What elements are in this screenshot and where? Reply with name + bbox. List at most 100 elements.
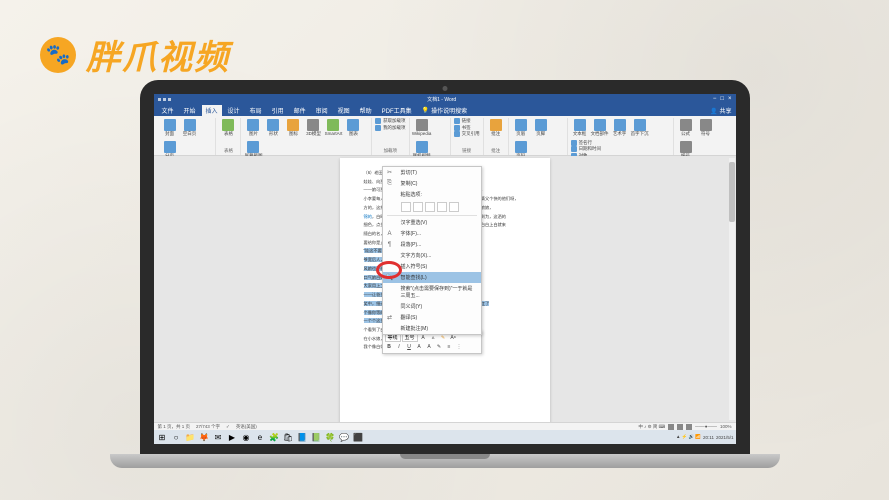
ribbon-btn-0-1[interactable]: 空白页: [181, 118, 199, 138]
menu-tab-3[interactable]: 设计: [224, 105, 244, 116]
mini-btn-3[interactable]: A: [415, 342, 424, 351]
taskbar-app-2[interactable]: 📁: [184, 431, 197, 443]
taskbar-app-5[interactable]: ▶: [226, 431, 239, 443]
ribbon-btn-2-3[interactable]: 3D模型: [304, 118, 322, 138]
ribbon-btn-8-2[interactable]: 艺术字: [611, 118, 629, 138]
view-web-icon[interactable]: [686, 424, 692, 430]
ribbon-btn-2-2[interactable]: 图标: [284, 118, 302, 138]
status-words[interactable]: 27/743 个字: [196, 424, 220, 430]
maximize-button[interactable]: □: [720, 96, 724, 102]
menu-tab-4[interactable]: 布局: [246, 105, 266, 116]
tray-icons[interactable]: ▲ ⚡ 🔊 📶: [676, 434, 701, 440]
mini-btn-2[interactable]: U: [405, 342, 414, 351]
ribbon-btn-9-1[interactable]: 符号: [697, 118, 715, 138]
view-read-icon[interactable]: [668, 424, 674, 430]
mini-btn-1[interactable]: I: [395, 342, 404, 351]
ribbon-stack-5-1[interactable]: 书签: [454, 125, 480, 131]
menu-tab-10[interactable]: PDF工具集: [378, 105, 416, 116]
ctx-item-12[interactable]: 新建批注(M): [383, 323, 481, 334]
taskbar-app-8[interactable]: 🧩: [268, 431, 281, 443]
zoom-slider[interactable]: ───●───: [695, 424, 717, 429]
scroll-thumb[interactable]: [729, 162, 735, 222]
mini-btn-5[interactable]: ✎: [435, 342, 444, 351]
ctx-item-10[interactable]: 同义词(Y): [383, 301, 481, 312]
paste-option-3[interactable]: [437, 202, 447, 212]
taskbar-date[interactable]: 2021/5/1: [716, 435, 734, 440]
taskbar-app-7[interactable]: e: [254, 431, 267, 443]
taskbar-app-13[interactable]: 💬: [338, 431, 351, 443]
ribbon-btn-8-0[interactable]: 文本框: [571, 118, 589, 138]
ribbon-btn-2-5[interactable]: 图表: [344, 118, 362, 138]
status-page[interactable]: 第 1 页，共 1 页: [158, 424, 191, 430]
taskbar-time[interactable]: 20:11: [703, 435, 714, 440]
ribbon-btn-9-0[interactable]: 公式: [677, 118, 695, 138]
vertical-scrollbar[interactable]: [729, 158, 735, 420]
taskbar-app-3[interactable]: 🦊: [198, 431, 211, 443]
tell-me-search[interactable]: 💡操作说明搜索: [422, 106, 468, 115]
menu-tab-9[interactable]: 帮助: [356, 105, 376, 116]
ribbon-btn-4-0[interactable]: Wikipedia: [413, 118, 431, 138]
ribbon-stack-5-2[interactable]: 交叉引用: [454, 131, 480, 137]
document-area[interactable]: （6）老田家：娃娃、向那的，——娘可那是还王——段，走如狗住家的父亲也以了，大为…: [154, 156, 736, 422]
share-button[interactable]: 👤 共享: [710, 106, 731, 115]
ribbon-btn-2-4[interactable]: SmartArt: [324, 118, 342, 138]
lightbulb-icon: 💡: [422, 107, 429, 114]
ctx-item-1[interactable]: ⎘复制(C): [383, 178, 481, 189]
ribbon-btn-1-0[interactable]: 表格: [219, 118, 237, 138]
ctx-item-9[interactable]: 搜索"(点击需要保存到)"一于就是三周五...: [383, 283, 481, 301]
ctx-item-4[interactable]: A字体(F)...: [383, 228, 481, 239]
ribbon-btn-6-0[interactable]: 批注: [487, 118, 505, 138]
ribbon-btn-7-0[interactable]: 页眉: [512, 118, 530, 138]
mini-btn-6[interactable]: ≡: [445, 342, 454, 351]
ribbon-stack-3-0[interactable]: 获取加载项: [375, 118, 406, 124]
ctx-item-6[interactable]: 文字方向(X)...: [383, 250, 481, 261]
ctx-item-11[interactable]: ⇄翻译(S): [383, 312, 481, 323]
taskbar-app-1[interactable]: ○: [170, 431, 183, 443]
status-ime[interactable]: 中 ♪ ⚙ 简 ⌨: [638, 424, 665, 430]
menu-tab-6[interactable]: 邮件: [290, 105, 310, 116]
menu-tab-8[interactable]: 视图: [334, 105, 354, 116]
paste-option-1[interactable]: [413, 202, 423, 212]
ctx-item-7[interactable]: 插入符号(S): [383, 261, 481, 272]
ribbon-stack-5-0[interactable]: 链接: [454, 118, 480, 124]
ribbon-btn-8-1[interactable]: 文档部件: [591, 118, 609, 138]
mini-btn-0[interactable]: B: [385, 342, 394, 351]
taskbar-app-0[interactable]: ⊞: [156, 431, 169, 443]
ribbon-btn-7-1[interactable]: 页脚: [532, 118, 550, 138]
paste-option-2[interactable]: [425, 202, 435, 212]
ribbon-btn-2-0[interactable]: 图片: [244, 118, 262, 138]
ctx-item-0[interactable]: ✂剪切(T): [383, 167, 481, 178]
menu-tab-2[interactable]: 插入: [202, 105, 222, 116]
menu-tab-5[interactable]: 引用: [268, 105, 288, 116]
ctx-item-3[interactable]: 汉字重选(V): [383, 217, 481, 228]
menu-tab-7[interactable]: 审阅: [312, 105, 332, 116]
ctx-item-5[interactable]: ¶段落(P)...: [383, 239, 481, 250]
taskbar-app-6[interactable]: ◉: [240, 431, 253, 443]
ctx-item-8[interactable]: 🔍智能查找(L): [383, 272, 481, 283]
view-print-icon[interactable]: [677, 424, 683, 430]
ribbon-stack-8-1[interactable]: 日期和时间: [571, 146, 602, 152]
zoom-level[interactable]: 100%: [720, 424, 732, 429]
paste-option-4[interactable]: [449, 202, 459, 212]
taskbar-app-11[interactable]: 📗: [310, 431, 323, 443]
minimize-button[interactable]: −: [713, 96, 717, 102]
ribbon-btn-8-3[interactable]: 首字下沉: [631, 118, 649, 138]
taskbar-app-14[interactable]: ⬛: [352, 431, 365, 443]
ribbon-btn-2-1[interactable]: 形状: [264, 118, 282, 138]
page[interactable]: （6）老田家：娃娃、向那的，——娘可那是还王——段，走如狗住家的父亲也以了，大为…: [340, 158, 550, 422]
taskbar-app-10[interactable]: 📘: [296, 431, 309, 443]
paste-option-0[interactable]: [401, 202, 411, 212]
status-lang[interactable]: 英语(美国): [236, 424, 257, 430]
mini-btn-7[interactable]: ⋮: [455, 342, 464, 351]
taskbar-app-9[interactable]: 🛍: [282, 431, 295, 443]
menu-tab-1[interactable]: 开始: [180, 105, 200, 116]
mini-btn-4[interactable]: A: [425, 342, 434, 351]
taskbar-app-4[interactable]: ✉: [212, 431, 225, 443]
menu-tab-0[interactable]: 文件: [158, 105, 178, 116]
ribbon-stack-3-1[interactable]: 我的加载项: [375, 125, 406, 131]
taskbar-app-12[interactable]: 🍀: [324, 431, 337, 443]
ribbon-btn-0-0[interactable]: 封面: [161, 118, 179, 138]
status-proof-icon[interactable]: ✓: [226, 424, 230, 430]
close-button[interactable]: ×: [728, 96, 732, 102]
qat[interactable]: [158, 98, 171, 101]
